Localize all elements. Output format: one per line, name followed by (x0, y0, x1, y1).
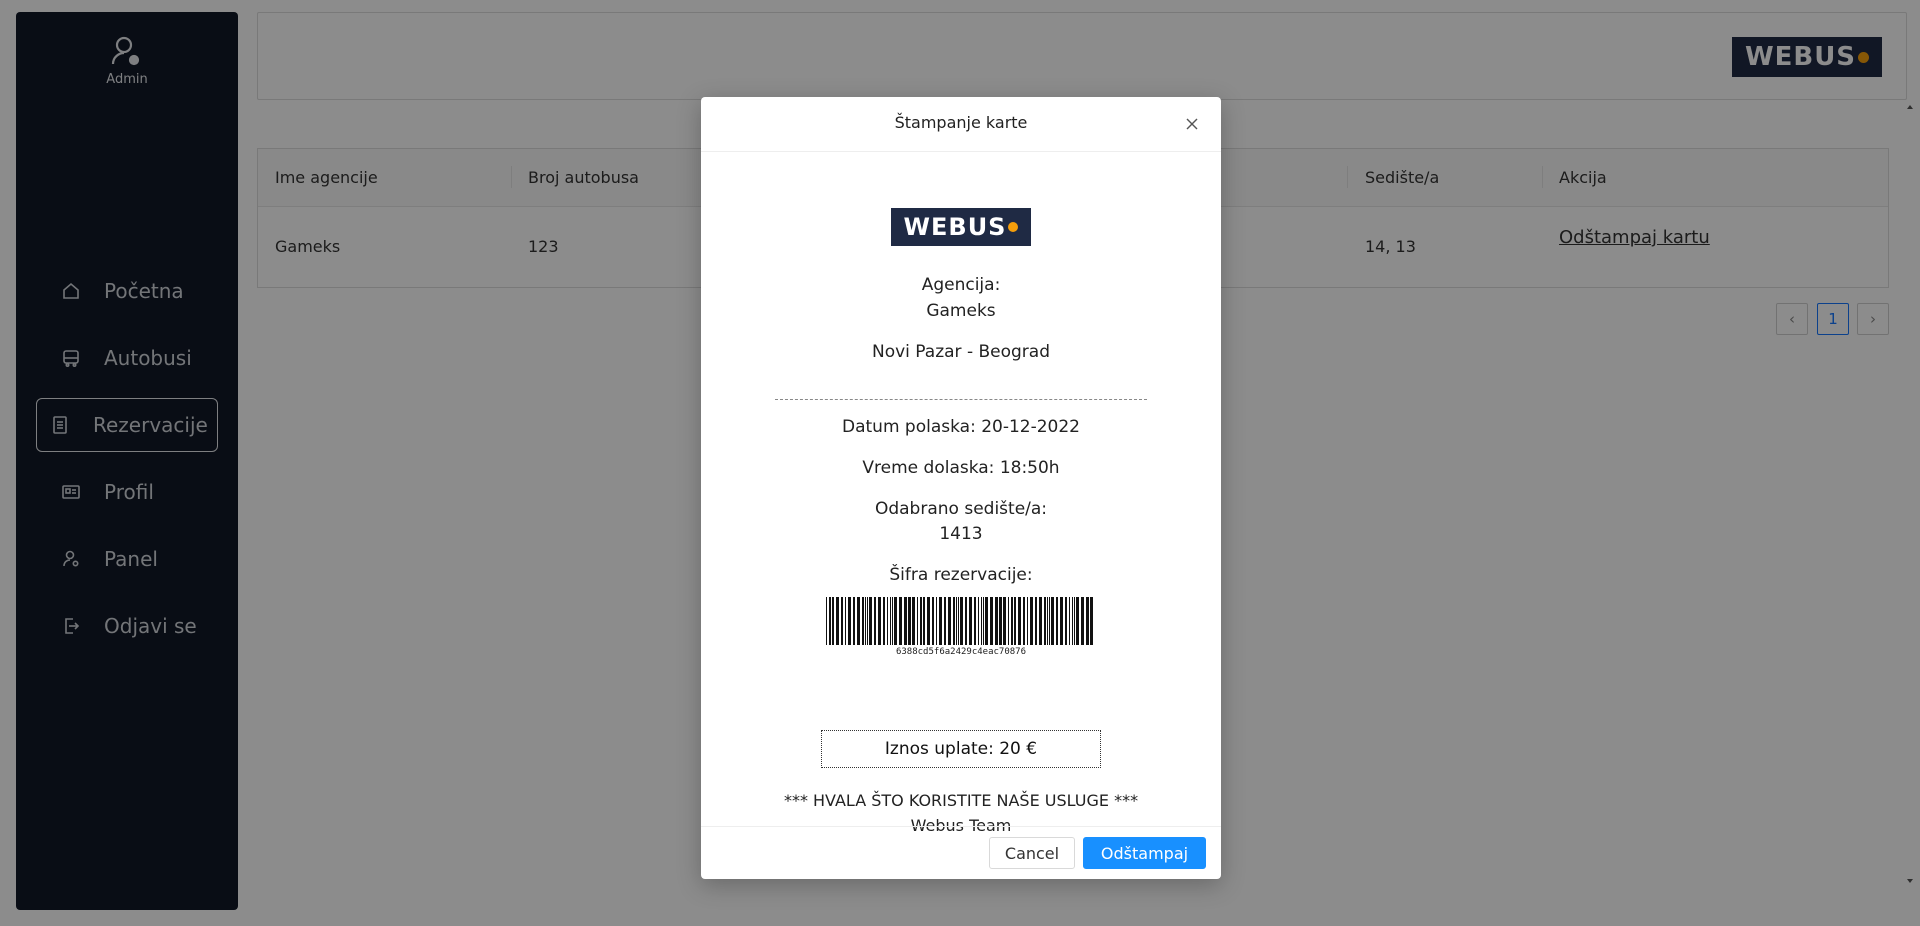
barcode-bar (978, 597, 979, 645)
barcode-bar (932, 597, 934, 645)
barcode-bar (878, 597, 881, 645)
seat-label: Odabrano sedište/a: (874, 499, 1048, 519)
barcode-bar (908, 597, 911, 645)
barcode-bar (832, 597, 834, 645)
barcode-bar (1086, 597, 1089, 645)
barcode-bar (1008, 597, 1009, 645)
modal-title: Štampanje karte (894, 113, 1028, 132)
barcode-bar (999, 597, 1002, 645)
barcode-bar (1039, 597, 1042, 645)
barcode-bar (894, 597, 897, 645)
barcode-bar (1069, 597, 1070, 645)
cancel-button[interactable]: Cancel (989, 837, 1075, 869)
barcode-bar (841, 597, 843, 645)
route: Novi Pazar - Beograd (872, 342, 1050, 362)
arrival-time: Vreme dolaska: 18:50h (862, 458, 1060, 478)
barcode-bar (883, 597, 885, 645)
thanks-message: *** HVALA ŠTO KORISTITE NAŠE USLUGE *** (783, 791, 1139, 810)
barcode-bar (1072, 597, 1073, 645)
barcode-bar (927, 597, 930, 645)
barcode-bar (829, 597, 831, 645)
barcode-bar (867, 597, 868, 645)
barcode-bar (1056, 597, 1058, 645)
barcode-number: 6388cd5f6a2429c4eac70876 (895, 647, 1027, 657)
barcode-bar (958, 597, 959, 645)
modal-footer: Cancel Odštampaj (701, 826, 1221, 879)
barcode-bar (923, 597, 925, 645)
barcode-bar (995, 597, 998, 645)
seat-value: 1413 (939, 524, 983, 544)
modal-header: Štampanje karte (701, 97, 1221, 152)
close-icon (1186, 118, 1198, 130)
barcode-bar (892, 597, 893, 645)
barcode-bar (1027, 597, 1028, 645)
barcode-bar (1018, 597, 1021, 645)
barcode-bar (965, 597, 967, 645)
barcode-bar (981, 597, 982, 645)
agency-value: Gameks (926, 301, 996, 321)
barcode-bar (990, 597, 993, 645)
barcode-bar (936, 597, 937, 645)
close-button[interactable] (1183, 115, 1201, 133)
logo-dot (1008, 222, 1019, 232)
barcode-bar (1081, 597, 1084, 645)
barcode-bar (1030, 597, 1033, 645)
barcode-bar (887, 597, 888, 645)
barcode-bar (1023, 597, 1025, 645)
reservation-code-label: Šifra rezervacije: (889, 565, 1033, 585)
barcode-bar (912, 597, 915, 645)
agency-label: Agencija: (921, 275, 1001, 295)
barcode-bar (1065, 597, 1067, 645)
barcode-bar (1044, 597, 1046, 645)
barcode-bar (953, 597, 955, 645)
barcode-bar (948, 597, 951, 645)
barcode-bar (939, 597, 942, 645)
barcode-bar (862, 597, 864, 645)
barcode-bar (874, 597, 876, 645)
barcode-bar (904, 597, 907, 645)
barcode-bar (920, 597, 922, 645)
barcode-bar (1076, 597, 1079, 645)
barcode (826, 597, 1093, 645)
barcode-bar (944, 597, 946, 645)
barcode-bar (890, 597, 891, 645)
print-button[interactable]: Odštampaj (1083, 837, 1206, 869)
dashed-divider (775, 399, 1147, 400)
barcode-bar (1011, 597, 1013, 645)
barcode-bar (848, 597, 851, 645)
logo-text: WEBUS (903, 213, 1007, 241)
barcode-bar (1090, 597, 1093, 645)
barcode-bar (917, 597, 918, 645)
barcode-bar (1035, 597, 1037, 645)
barcode-bar (956, 597, 957, 645)
barcode-bar (969, 597, 972, 645)
barcode-bar (857, 597, 860, 645)
barcode-bar (869, 597, 872, 645)
barcode-bar (1049, 597, 1050, 645)
barcode-bar (845, 597, 846, 645)
print-ticket-modal: Štampanje karte WEBUS Agencija: Gameks N… (701, 97, 1221, 879)
barcode-bar (1074, 597, 1075, 645)
barcode-bar (974, 597, 976, 645)
barcode-bar (983, 597, 984, 645)
departure-date: Datum polaska: 20-12-2022 (842, 417, 1080, 437)
barcode-bar (836, 597, 839, 645)
barcode-bar (865, 597, 866, 645)
barcode-bar (1047, 597, 1048, 645)
barcode-bar (960, 597, 963, 645)
barcode-bar (985, 597, 988, 645)
barcode-bar (1014, 597, 1016, 645)
barcode-bar (1003, 597, 1006, 645)
barcode-bar (853, 597, 855, 645)
barcode-bar (1051, 597, 1054, 645)
ticket-logo: WEBUS (891, 208, 1031, 246)
payment-amount: Iznos uplate: 20 € (821, 730, 1101, 768)
barcode-bar (899, 597, 902, 645)
barcode-bar (826, 597, 827, 645)
barcode-bar (1060, 597, 1063, 645)
